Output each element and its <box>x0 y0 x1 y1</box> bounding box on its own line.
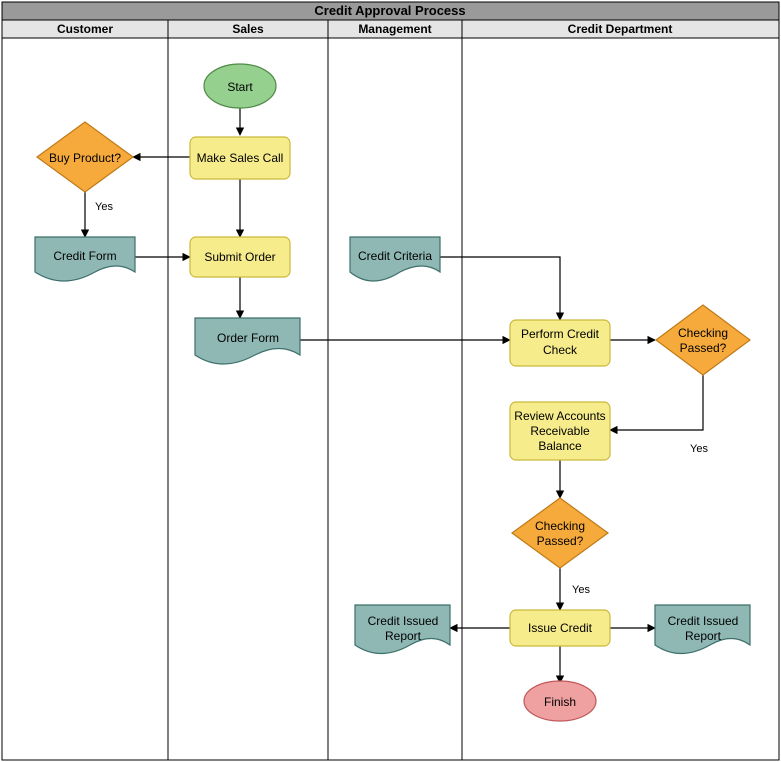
credit-issued-report-left-document: Credit Issued Report <box>355 605 450 654</box>
credit-issued-report-right-document: Credit Issued Report <box>655 605 750 654</box>
edge-label-yes-3: Yes <box>572 584 590 596</box>
svg-text:Credit Criteria: Credit Criteria <box>358 249 432 263</box>
svg-text:Submit Order: Submit Order <box>204 250 275 264</box>
svg-text:Credit Issued: Credit Issued <box>368 614 439 628</box>
svg-text:Checking: Checking <box>535 519 585 533</box>
finish-node: Finish <box>524 681 596 721</box>
svg-text:Passed?: Passed? <box>537 534 584 548</box>
lane-header-management: Management <box>358 22 431 36</box>
checking-passed-2-decision: Checking Passed? <box>512 498 608 568</box>
svg-text:Checking: Checking <box>678 326 728 340</box>
perform-credit-check-node: Perform Credit Check <box>510 320 610 366</box>
svg-text:Order Form: Order Form <box>217 331 279 345</box>
svg-text:Finish: Finish <box>544 695 576 709</box>
lane-header-credit: Credit Department <box>568 22 673 36</box>
svg-text:Start: Start <box>227 80 253 94</box>
svg-text:Perform Credit: Perform Credit <box>521 327 600 341</box>
svg-text:Credit Form: Credit Form <box>53 249 116 263</box>
svg-text:Review Accounts: Review Accounts <box>514 409 605 423</box>
edge-label-yes-1: Yes <box>95 201 113 213</box>
lane-header-customer: Customer <box>57 22 113 36</box>
svg-text:Passed?: Passed? <box>680 341 727 355</box>
svg-text:Issue Credit: Issue Credit <box>528 621 593 635</box>
swimlane-diagram: Credit Approval Process Customer Sales M… <box>0 0 781 762</box>
diagram-title: Credit Approval Process <box>314 3 465 18</box>
svg-text:Report: Report <box>385 629 422 643</box>
svg-text:Check: Check <box>543 343 578 357</box>
credit-criteria-document: Credit Criteria <box>350 237 440 281</box>
svg-text:Buy Product?: Buy Product? <box>49 151 121 165</box>
edges: Yes Yes Yes <box>85 104 708 683</box>
svg-text:Make Sales Call: Make Sales Call <box>197 151 284 165</box>
edge-label-yes-2: Yes <box>690 443 708 455</box>
submit-order-node: Submit Order <box>190 237 290 277</box>
lane-header-sales: Sales <box>232 22 264 36</box>
svg-text:Credit Issued: Credit Issued <box>668 614 739 628</box>
checking-passed-1-decision: Checking Passed? <box>656 305 750 375</box>
credit-form-document: Credit Form <box>35 237 135 281</box>
make-sales-call-node: Make Sales Call <box>190 137 290 179</box>
start-node: Start <box>204 64 276 108</box>
svg-text:Receivable: Receivable <box>530 424 590 438</box>
issue-credit-node: Issue Credit <box>510 610 610 646</box>
review-ar-node: Review Accounts Receivable Balance <box>510 402 610 460</box>
order-form-document: Order Form <box>195 318 300 364</box>
svg-text:Balance: Balance <box>538 439 582 453</box>
lane-headers: Customer Sales Management Credit Departm… <box>2 20 779 38</box>
buy-product-decision: Buy Product? <box>37 122 133 192</box>
svg-text:Report: Report <box>685 629 722 643</box>
